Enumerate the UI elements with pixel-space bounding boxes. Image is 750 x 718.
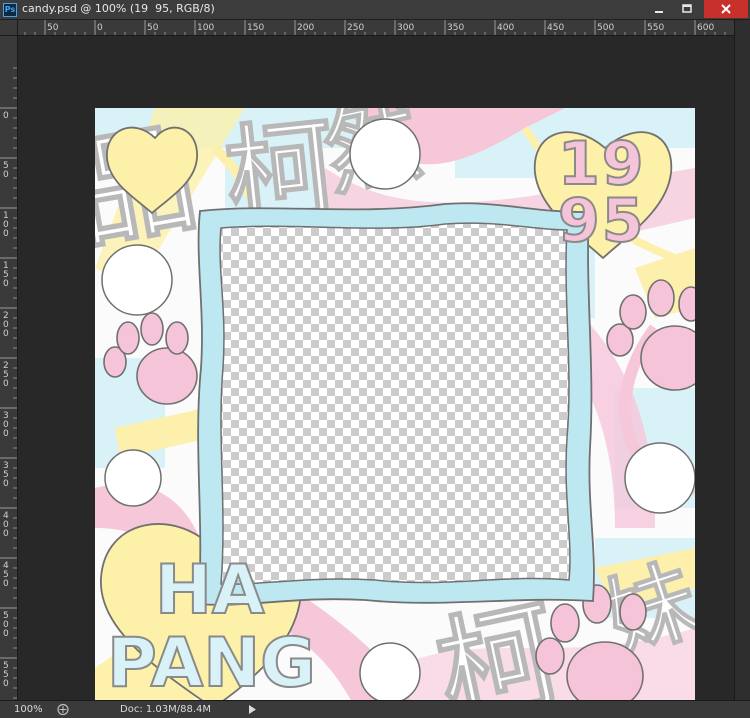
ruler-label: 400 [497,23,514,33]
zoom-level[interactable]: 100% [0,701,50,718]
horizontal-ruler-ticks: 50 0 50 100 150 200 250 300 350 400 450 500 550 600 [24,20,726,35]
artboard[interactable]: 品 柯 然 柯 妹 [95,108,695,708]
ruler-label: 350 [447,23,464,33]
ruler-label: 250 [347,23,364,33]
ruler-label: 500 [597,23,614,33]
ruler-label: 0 [3,679,9,689]
status-menu-arrow-icon[interactable] [247,704,257,715]
document-size: Doc: 1.03M/88.4M [120,704,212,715]
status-bar: 100% Doc: 1.03M/88.4M [0,700,750,718]
canvas-area[interactable]: 品 柯 然 柯 妹 [19,37,734,708]
horizontal-ruler[interactable]: 50 0 50 100 150 200 250 300 350 400 450 500 550 600 [18,20,734,36]
ruler-label: 0 [3,529,9,539]
ruler-label: 100 [197,23,214,33]
maximize-button[interactable] [673,0,701,18]
photo-frame [197,202,595,606]
document-tab-bar: Ps candy.psd @ 100% (19 95, RGB/8) [0,0,750,20]
close-icon [721,4,731,14]
photoshop-logo: Ps [3,3,17,17]
ruler-label: 0 [3,111,9,121]
ruler-label: 0 [3,329,9,339]
vertical-ruler-ticks: 050100150200250300350400450500550 [0,67,17,699]
ruler-label: 150 [247,23,264,33]
ruler-label: 0 [3,279,9,289]
maximize-icon [682,4,692,13]
ruler-label: 0 [3,229,9,239]
candy-frame-artwork: 品 柯 然 柯 妹 [95,108,695,708]
year-text: 19 95 [557,128,646,257]
ruler-label: 0 [97,23,103,33]
ruler-label: 0 [3,170,9,180]
ruler-label: 50 [147,23,159,33]
ruler-label: 300 [397,23,414,33]
minimize-icon [655,11,663,13]
ruler-label: 0 [3,579,9,589]
ruler-label: 50 [47,23,59,33]
ruler-label: 0 [3,379,9,389]
ruler-label: 0 [3,629,9,639]
ruler-origin[interactable] [0,20,18,36]
ruler-label: 0 [3,479,9,489]
ruler-label: 600 [697,23,714,33]
vertical-scrollbar[interactable] [734,20,750,700]
ha-text: HA [155,551,265,630]
pang-text: PANG [107,624,316,703]
vertical-ruler[interactable]: 050100150200250300350400450500550 [0,36,18,700]
ruler-label: 200 [297,23,314,33]
ruler-label: 0 [3,429,9,439]
ruler-label: 550 [647,23,664,33]
photoshop-window: Ps candy.psd @ 100% (19 95, RGB/8) 50 0 50… [0,0,750,718]
minimize-button[interactable] [645,0,673,18]
ruler-label: 450 [547,23,564,33]
year-bottom-text: 95 [558,186,646,256]
proof-setup-icon[interactable] [56,703,70,716]
document-title[interactable]: candy.psd @ 100% (19 95, RGB/8) [22,2,215,15]
close-button[interactable] [704,0,748,18]
